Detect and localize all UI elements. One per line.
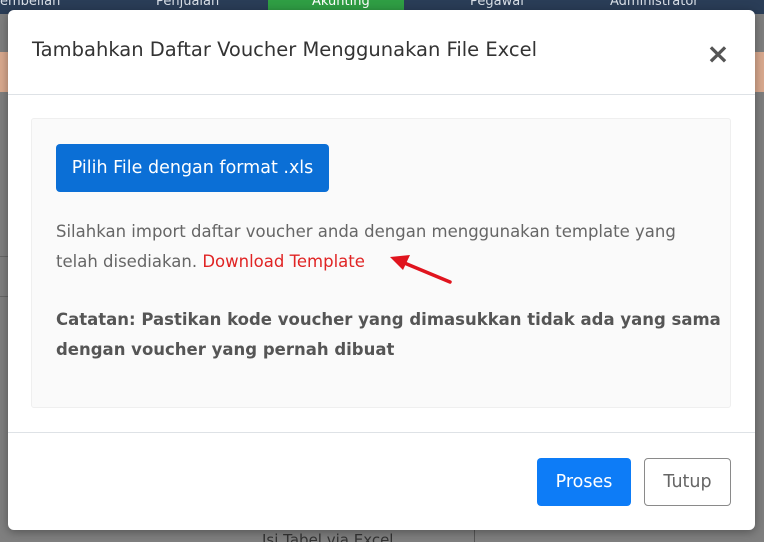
import-instructions: Silahkan import daftar voucher anda deng… (56, 217, 716, 277)
pick-file-button[interactable]: Pilih File dengan format .xls (56, 144, 329, 192)
instruction-text: Silahkan import daftar voucher anda deng… (56, 222, 676, 271)
download-template-link[interactable]: Download Template (202, 252, 365, 271)
arrow-annotation-icon (390, 255, 452, 284)
nav-item-penjualan[interactable]: Penjualan (156, 0, 219, 9)
background-divider (474, 530, 475, 542)
tutup-button[interactable]: Tutup (644, 458, 731, 506)
background-divider (0, 256, 8, 257)
nav-item-pembelian[interactable]: embelian (0, 0, 60, 9)
proses-button[interactable]: Proses (537, 458, 631, 506)
close-icon[interactable]: × (706, 40, 730, 68)
nav-item-pegawai[interactable]: Pegawai (470, 0, 524, 9)
modal-body: Pilih File dengan format .xls Silahkan i… (31, 118, 731, 408)
nav-item-administrator[interactable]: Administrator (610, 0, 699, 9)
background-divider (0, 296, 8, 297)
modal-header: Tambahkan Daftar Voucher Menggunakan Fil… (8, 10, 755, 95)
nav-item-akunting: Akunting (312, 0, 370, 9)
modal-footer: Proses Tutup (8, 432, 755, 530)
note-text: Catatan: Pastikan kode voucher yang dima… (56, 310, 721, 359)
background-excel-link: Isi Tabel via Excel (262, 531, 394, 542)
modal-title: Tambahkan Daftar Voucher Menggunakan Fil… (32, 38, 538, 61)
import-voucher-modal: Tambahkan Daftar Voucher Menggunakan Fil… (8, 10, 755, 530)
